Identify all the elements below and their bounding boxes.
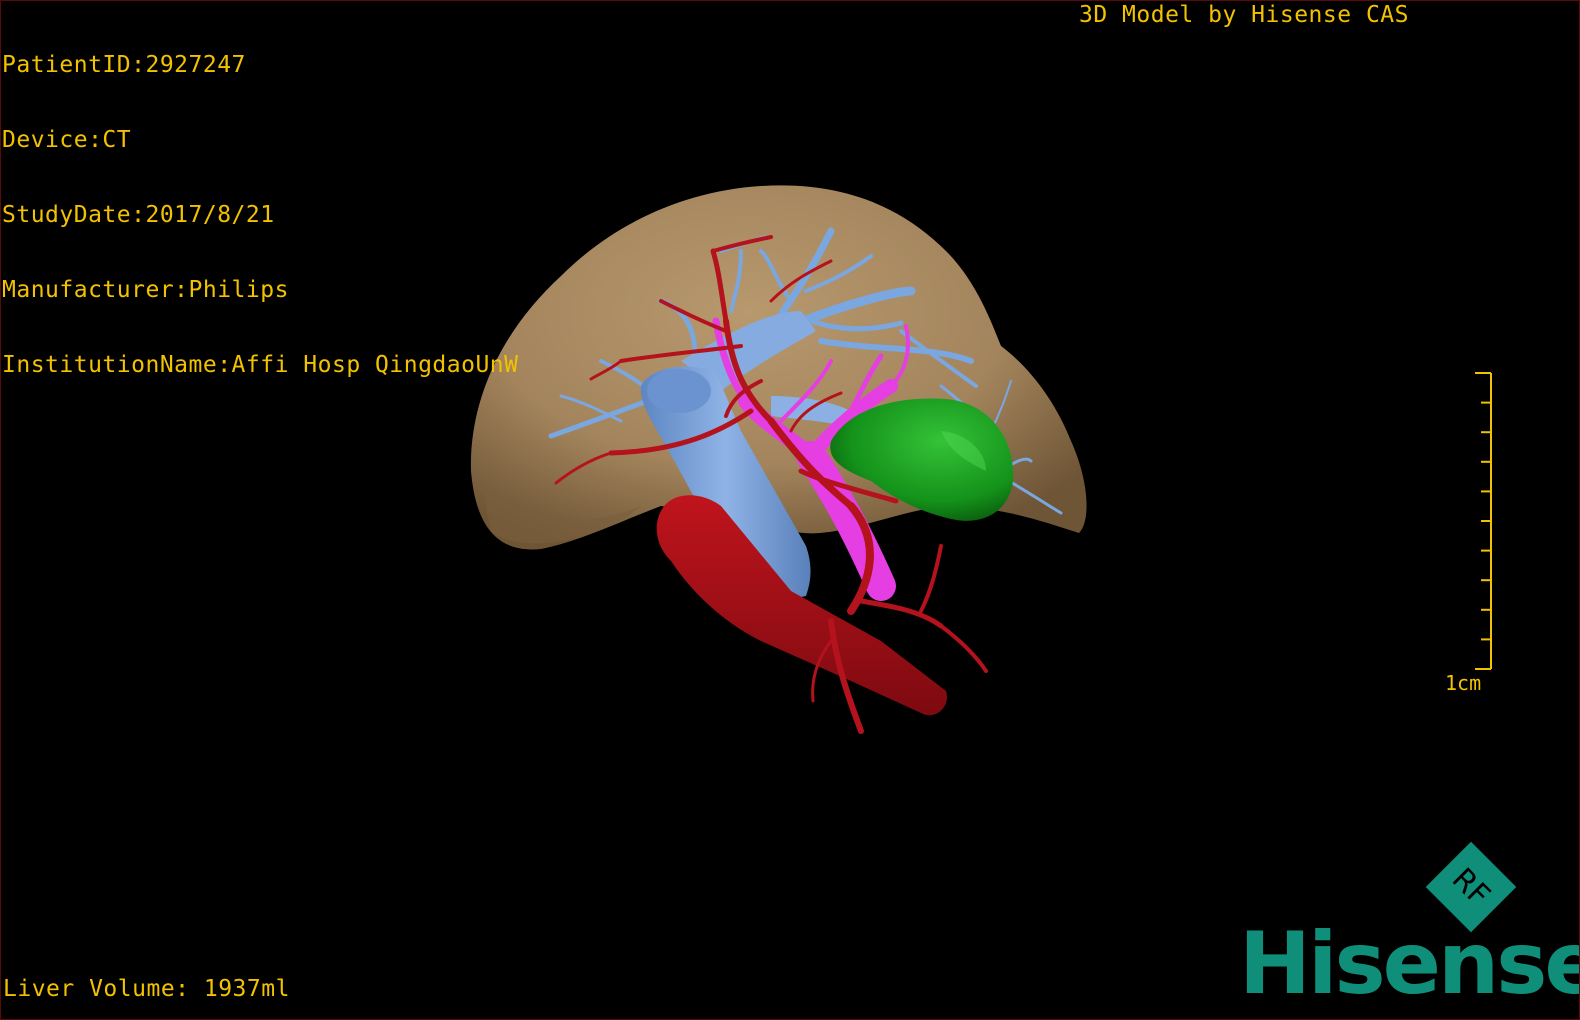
ivc-opening: [647, 369, 711, 413]
patient-id-label: PatientID:2927247: [2, 52, 246, 78]
patient-info-overlay: PatientID:2927247 Device:CT StudyDate:20…: [2, 3, 519, 428]
hisense-logo: Hisense: [1239, 914, 1580, 1014]
manufacturer-label: Manufacturer:Philips: [2, 277, 289, 303]
scale-bar: [1475, 372, 1492, 670]
device-label: Device:CT: [2, 127, 132, 153]
3d-viewport[interactable]: PatientID:2927247 Device:CT StudyDate:20…: [0, 0, 1580, 1020]
study-date-label: StudyDate:2017/8/21: [2, 202, 275, 228]
institution-label: InstitutionName:Affi Hosp QingdaoUnW: [2, 352, 519, 378]
model-credit-label: 3D Model by Hisense CAS: [1079, 2, 1409, 28]
scale-label: 1cm: [1445, 671, 1482, 695]
liver-volume-label: Liver Volume: 1937ml: [3, 976, 290, 1002]
